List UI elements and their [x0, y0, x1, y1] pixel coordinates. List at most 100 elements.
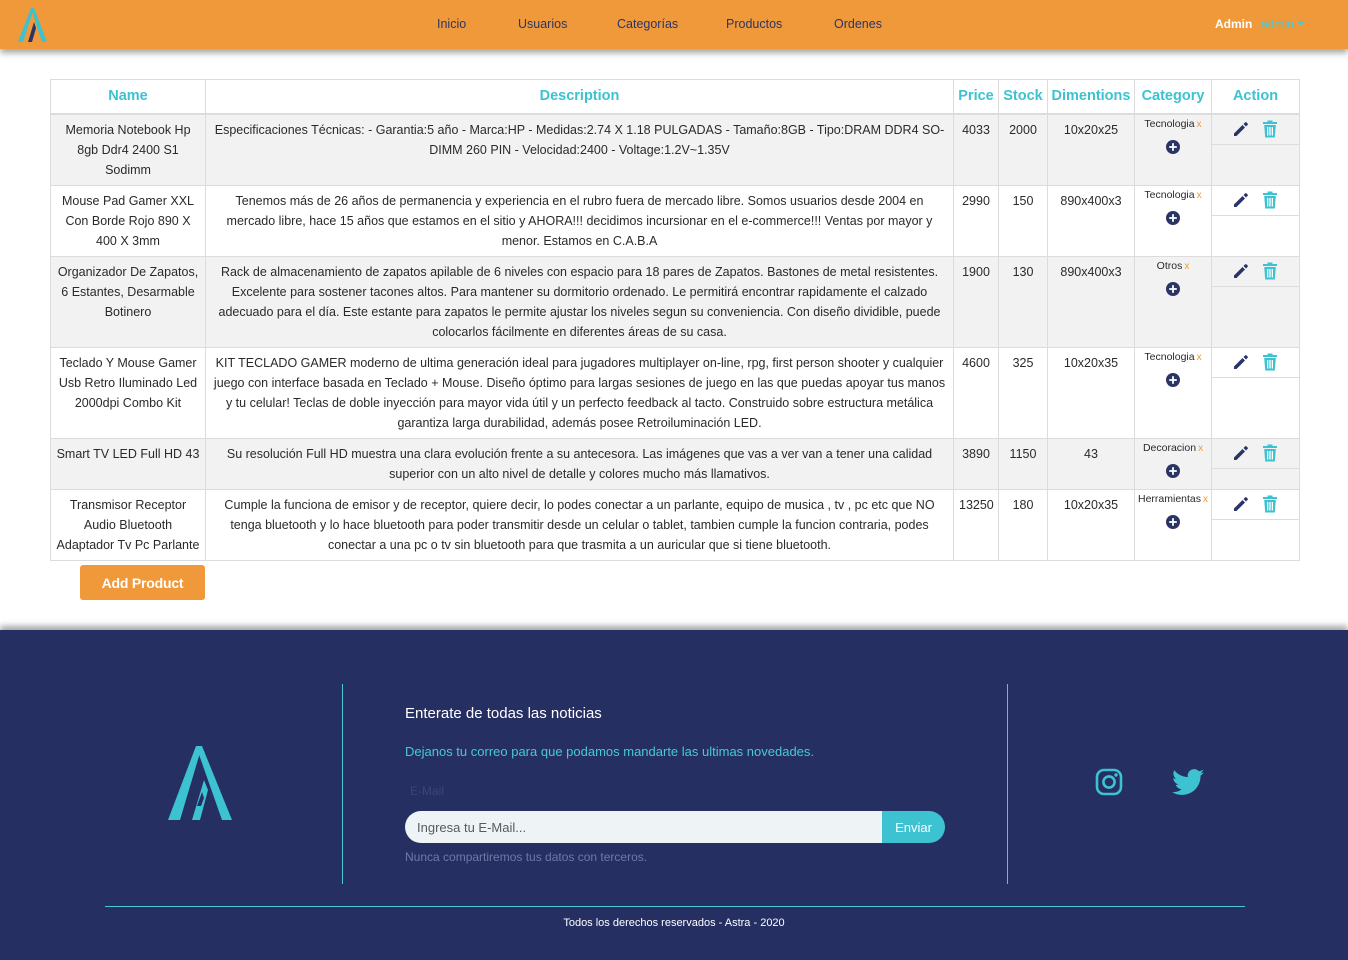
trash-icon[interactable]	[1262, 495, 1278, 513]
privacy-note: Nunca compartiremos tus datos con tercer…	[405, 850, 648, 864]
products-table-wrap: Name Description Price Stock Dimentions …	[50, 79, 1300, 561]
header-category: Category	[1134, 79, 1212, 115]
cell-name: Smart TV LED Full HD 43	[50, 437, 206, 490]
category-tag: Herramientas	[1137, 492, 1202, 505]
cell-name: Memoria Notebook Hp 8gb Ddr4 2400 S1 Sod…	[50, 113, 206, 186]
cell-stock: 180	[998, 488, 1048, 561]
trash-icon[interactable]	[1262, 262, 1278, 280]
nav-link-ordenes[interactable]: Ordenes	[834, 17, 882, 31]
cell-action	[1211, 113, 1300, 186]
action-group	[1212, 438, 1299, 469]
pencil-icon[interactable]	[1232, 353, 1250, 371]
header-stock: Stock	[998, 79, 1048, 115]
cell-stock: 1150	[998, 437, 1048, 490]
nav-link-categorias[interactable]: Categorías	[617, 17, 678, 31]
email-input[interactable]	[405, 811, 883, 843]
action-group	[1212, 489, 1299, 520]
cell-name: Teclado Y Mouse Gamer Usb Retro Iluminad…	[50, 346, 206, 439]
trash-icon[interactable]	[1262, 444, 1278, 462]
navbar: Inicio Usuarios Categorías Productos Ord…	[0, 0, 1348, 49]
nav-link-productos[interactable]: Productos	[726, 17, 782, 31]
cell-description: KIT TECLADO GAMER moderno de ultima gene…	[205, 346, 954, 439]
footer: Enterate de todas las noticias Dejanos t…	[0, 630, 1348, 960]
plus-circle-icon[interactable]	[1166, 281, 1180, 296]
cell-action	[1211, 184, 1300, 257]
cell-dimensions: 890x400x3	[1047, 184, 1135, 257]
category-tag: Otros	[1156, 259, 1183, 272]
pencil-icon[interactable]	[1232, 444, 1250, 462]
send-button[interactable]: Enviar	[882, 811, 945, 843]
plus-circle-icon[interactable]	[1166, 372, 1180, 387]
remove-category-button[interactable]: x	[1197, 119, 1202, 130]
table-row: Teclado Y Mouse Gamer Usb Retro Iluminad…	[50, 346, 1300, 439]
remove-category-button[interactable]: x	[1197, 352, 1202, 363]
newsletter-title: Enterate de todas las noticias	[405, 705, 602, 722]
cell-price: 13250	[953, 488, 999, 561]
header-description: Description	[205, 79, 954, 115]
header-action: Action	[1211, 79, 1300, 115]
pencil-icon[interactable]	[1232, 191, 1250, 209]
cell-category: Decoracion x	[1134, 437, 1212, 490]
action-group	[1212, 114, 1299, 145]
products-table: Name Description Price Stock Dimentions …	[50, 79, 1300, 561]
table-row: Smart TV LED Full HD 43 Su resolución Ful…	[50, 437, 1300, 490]
remove-category-button[interactable]: x	[1198, 443, 1203, 454]
action-group	[1212, 185, 1299, 216]
cell-category: Tecnologia x	[1134, 184, 1212, 257]
nav-link-inicio[interactable]: Inicio	[437, 17, 466, 31]
table-row: Organizador De Zapatos, 6 Estantes, Desa…	[50, 255, 1300, 348]
nav-links: Inicio Usuarios Categorías Productos Ord…	[0, 0, 1348, 49]
category-tag: Tecnologia	[1144, 188, 1195, 201]
remove-category-button[interactable]: x	[1184, 261, 1189, 272]
nav-link-usuarios[interactable]: Usuarios	[518, 17, 567, 31]
plus-circle-icon[interactable]	[1166, 210, 1180, 225]
plus-circle-icon[interactable]	[1166, 139, 1180, 154]
remove-category-button[interactable]: x	[1197, 190, 1202, 201]
cell-description: Su resolución Full HD muestra una clara …	[205, 437, 954, 490]
footer-separator	[105, 906, 1245, 907]
twitter-icon[interactable]	[1172, 769, 1205, 796]
cell-price: 2990	[953, 184, 999, 257]
user-dropdown[interactable]: admin	[1261, 17, 1305, 31]
cell-price: 4600	[953, 346, 999, 439]
footer-divider-left	[342, 684, 343, 884]
cell-name: Transmisor Receptor Audio Bluetooth Adap…	[50, 488, 206, 561]
cell-dimensions: 43	[1047, 437, 1135, 490]
header-price: Price	[953, 79, 999, 115]
add-product-button[interactable]: Add Product	[80, 565, 205, 600]
remove-category-button[interactable]: x	[1203, 494, 1208, 505]
pencil-icon[interactable]	[1232, 262, 1250, 280]
email-label: E-Mail	[410, 784, 445, 798]
cell-dimensions: 890x400x3	[1047, 255, 1135, 348]
plus-circle-icon[interactable]	[1166, 514, 1180, 529]
cell-price: 1900	[953, 255, 999, 348]
header-name: Name	[50, 79, 206, 115]
trash-icon[interactable]	[1262, 353, 1278, 371]
cell-category: Tecnologia x	[1134, 346, 1212, 439]
category-tag: Tecnologia	[1144, 117, 1195, 130]
trash-icon[interactable]	[1262, 191, 1278, 209]
table-row: Memoria Notebook Hp 8gb Ddr4 2400 S1 Sod…	[50, 113, 1300, 186]
table-row: Mouse Pad Gamer XXL Con Borde Rojo 890 X…	[50, 184, 1300, 257]
cell-category: Otros x	[1134, 255, 1212, 348]
chevron-down-icon	[1296, 21, 1305, 26]
pencil-icon[interactable]	[1232, 495, 1250, 513]
pencil-icon[interactable]	[1232, 120, 1250, 138]
cell-dimensions: 10x20x35	[1047, 346, 1135, 439]
user-name: admin	[1261, 17, 1294, 31]
table-header-row: Name Description Price Stock Dimentions …	[50, 79, 1300, 115]
plus-circle-icon[interactable]	[1166, 463, 1180, 478]
trash-icon[interactable]	[1262, 120, 1278, 138]
cell-category: Herramientas x	[1134, 488, 1212, 561]
cell-name: Organizador De Zapatos, 6 Estantes, Desa…	[50, 255, 206, 348]
cell-stock: 150	[998, 184, 1048, 257]
cell-description: Rack de almacenamiento de zapatos apilab…	[205, 255, 954, 348]
footer-divider-right	[1007, 684, 1008, 884]
instagram-icon[interactable]	[1095, 768, 1123, 796]
copyright: Todos los derechos reservados - Astra - …	[563, 917, 785, 929]
table-row: Transmisor Receptor Audio Bluetooth Adap…	[50, 488, 1300, 561]
header-dimensions: Dimentions	[1047, 79, 1135, 115]
cell-description: Especificaciones Técnicas: - Garantia:5 …	[205, 113, 954, 186]
cell-name: Mouse Pad Gamer XXL Con Borde Rojo 890 X…	[50, 184, 206, 257]
cell-stock: 2000	[998, 113, 1048, 186]
